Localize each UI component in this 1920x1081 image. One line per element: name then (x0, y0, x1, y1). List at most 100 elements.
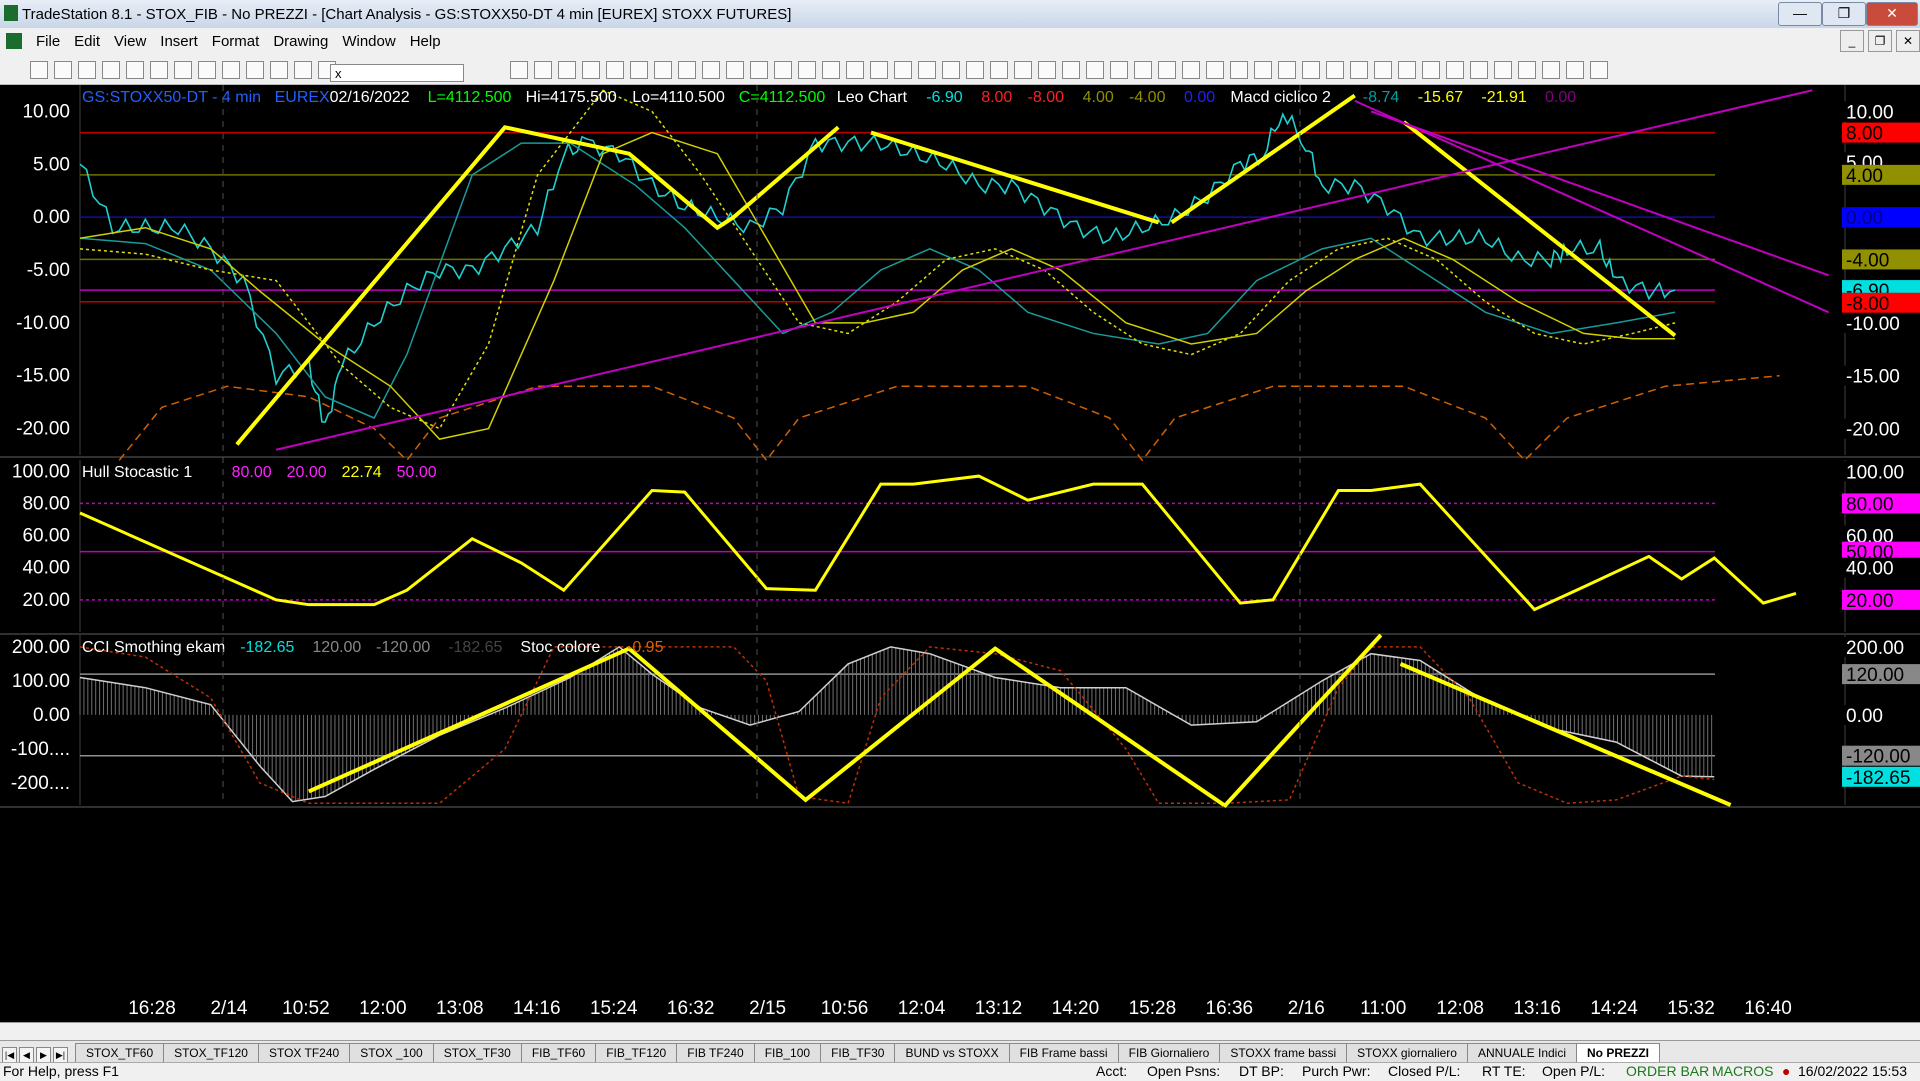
restore-button[interactable]: ❐ (1822, 2, 1866, 26)
tab-next-icon[interactable]: ▶ (36, 1047, 51, 1063)
toolbar-tool-icon[interactable] (678, 61, 696, 79)
toolbar-tool-icon[interactable] (270, 61, 288, 79)
toolbar-tool-icon[interactable] (630, 61, 648, 79)
mdi-close-button[interactable]: ✕ (1896, 30, 1920, 52)
toolbar-tool-icon[interactable] (1182, 61, 1200, 79)
toolbar-tool-icon[interactable] (246, 61, 264, 79)
tab-stox-tf60[interactable]: STOX_TF60 (75, 1043, 165, 1063)
horizontal-scrollbar[interactable] (0, 1022, 1920, 1041)
tab-fib-giornaliero[interactable]: FIB Giornaliero (1117, 1043, 1221, 1063)
toolbar-tool-icon[interactable] (1446, 61, 1464, 79)
toolbar-tool-icon[interactable] (654, 61, 672, 79)
menu-insert[interactable]: Insert (160, 33, 198, 50)
toolbar-tool-icon[interactable] (582, 61, 600, 79)
toolbar-tool-icon[interactable] (1134, 61, 1152, 79)
tab-stoxx-giornaliero[interactable]: STOXX giornaliero (1346, 1043, 1468, 1063)
tab-stox-tf120[interactable]: STOX_TF120 (163, 1043, 259, 1063)
tab-bund-vs-stoxx[interactable]: BUND vs STOXX (894, 1043, 1010, 1063)
toolbar-tool-icon[interactable] (1206, 61, 1224, 79)
toolbar-tool-icon[interactable] (534, 61, 552, 79)
close-button[interactable]: ✕ (1866, 2, 1918, 26)
mdi-restore-button[interactable]: ❐ (1868, 30, 1892, 52)
toolbar-tool-icon[interactable] (1494, 61, 1512, 79)
toolbar-tool-icon[interactable] (822, 61, 840, 79)
tab-stox-tf240[interactable]: STOX TF240 (257, 1043, 351, 1063)
toolbar-tool-icon[interactable] (606, 61, 624, 79)
toolbar-tool-icon[interactable] (1086, 61, 1104, 79)
toolbar-tool-icon[interactable] (150, 61, 168, 79)
toolbar-tool-icon[interactable] (126, 61, 144, 79)
toolbar-tool-icon[interactable] (1230, 61, 1248, 79)
tab-fib-tf240[interactable]: FIB TF240 (676, 1043, 755, 1063)
menu-edit[interactable]: Edit (74, 33, 100, 50)
tab-fib-tf60[interactable]: FIB_TF60 (520, 1043, 597, 1063)
tab-no-prezzi[interactable]: No PREZZI (1576, 1043, 1660, 1063)
toolbar-tool-icon[interactable] (1398, 61, 1416, 79)
toolbar-tool-icon[interactable] (966, 61, 984, 79)
status-macros[interactable]: MACROS (1712, 1063, 1773, 1079)
toolbar-tool-icon[interactable] (174, 61, 192, 79)
toolbar-tool-icon[interactable] (1518, 61, 1536, 79)
toolbar-tool-icon[interactable] (1302, 61, 1320, 79)
toolbar-tool-icon[interactable] (870, 61, 888, 79)
toolbar-tool-icon[interactable] (846, 61, 864, 79)
toolbar-tool-icon[interactable] (1158, 61, 1176, 79)
toolbar-tool-icon[interactable] (1038, 61, 1056, 79)
toolbar-tool-icon[interactable] (702, 61, 720, 79)
toolbar-tool-icon[interactable] (750, 61, 768, 79)
chart-svg[interactable]: 10.00 5.00 0.00 -5.00 -10.00 -15.00 -20.00 10.0… (0, 85, 1920, 1022)
toolbar-tool-icon[interactable] (102, 61, 120, 79)
tab-fib-tf30[interactable]: FIB_TF30 (820, 1043, 896, 1063)
toolbar-tool-icon[interactable] (294, 61, 312, 79)
document-icon[interactable] (6, 33, 22, 49)
symbol-input[interactable]: x (330, 64, 464, 82)
tab-fib-tf120[interactable]: FIB_TF120 (595, 1043, 678, 1063)
toolbar-tool-icon[interactable] (726, 61, 744, 79)
toolbar-tool-icon[interactable] (1350, 61, 1368, 79)
toolbar-tool-icon[interactable] (1254, 61, 1272, 79)
toolbar-tool-icon[interactable] (942, 61, 960, 79)
menu-view[interactable]: View (114, 33, 146, 50)
toolbar-tool-icon[interactable] (774, 61, 792, 79)
status-order-bar[interactable]: ORDER BAR (1626, 1063, 1709, 1079)
tab-fib-frame-bassi[interactable]: FIB Frame bassi (1008, 1043, 1119, 1063)
tab-stox-100[interactable]: STOX _100 (349, 1043, 434, 1063)
toolbar-tool-icon[interactable] (1326, 61, 1344, 79)
toolbar-tool-icon[interactable] (1542, 61, 1560, 79)
toolbar-tool-icon[interactable] (222, 61, 240, 79)
toolbar-tool-icon[interactable] (78, 61, 96, 79)
tab-fib-100[interactable]: FIB_100 (753, 1043, 822, 1063)
toolbar-tool-icon[interactable] (558, 61, 576, 79)
menu-drawing[interactable]: Drawing (273, 33, 328, 50)
toolbar-tool-icon[interactable] (894, 61, 912, 79)
mdi-minimize-button[interactable]: _ (1840, 30, 1864, 52)
toolbar-tool-icon[interactable] (54, 61, 72, 79)
tab-prev-icon[interactable]: ◀ (19, 1047, 34, 1063)
menu-file[interactable]: File (36, 33, 60, 50)
toolbar-tool-icon[interactable] (1566, 61, 1584, 79)
toolbar-tool-icon[interactable] (1422, 61, 1440, 79)
tab-first-icon[interactable]: |◀ (2, 1047, 17, 1063)
chart-area[interactable]: 10.00 5.00 0.00 -5.00 -10.00 -15.00 -20.00 10.0… (0, 85, 1920, 1022)
minimize-button[interactable]: — (1778, 2, 1822, 26)
toolbar-tool-icon[interactable] (30, 61, 48, 79)
menu-format[interactable]: Format (212, 33, 260, 50)
toolbar-tool-icon[interactable] (198, 61, 216, 79)
toolbar-tool-icon[interactable] (1278, 61, 1296, 79)
tab-stoxx-frame-bassi[interactable]: STOXX frame bassi (1219, 1043, 1348, 1063)
tab-last-icon[interactable]: ▶| (53, 1047, 68, 1063)
toolbar-tool-icon[interactable] (1062, 61, 1080, 79)
tab-stox-tf30[interactable]: STOX_TF30 (432, 1043, 522, 1063)
toolbar-tool-icon[interactable] (918, 61, 936, 79)
toolbar-tool-icon[interactable] (798, 61, 816, 79)
toolbar-tool-icon[interactable] (1110, 61, 1128, 79)
menu-help[interactable]: Help (410, 33, 441, 50)
tab-annuale-indici[interactable]: ANNUALE Indici (1466, 1043, 1577, 1063)
toolbar-tool-icon[interactable] (1470, 61, 1488, 79)
toolbar-tool-icon[interactable] (510, 61, 528, 79)
toolbar-tool-icon[interactable] (1590, 61, 1608, 79)
toolbar-tool-icon[interactable] (1374, 61, 1392, 79)
toolbar-tool-icon[interactable] (1014, 61, 1032, 79)
toolbar-tool-icon[interactable] (990, 61, 1008, 79)
menu-window[interactable]: Window (342, 33, 395, 50)
